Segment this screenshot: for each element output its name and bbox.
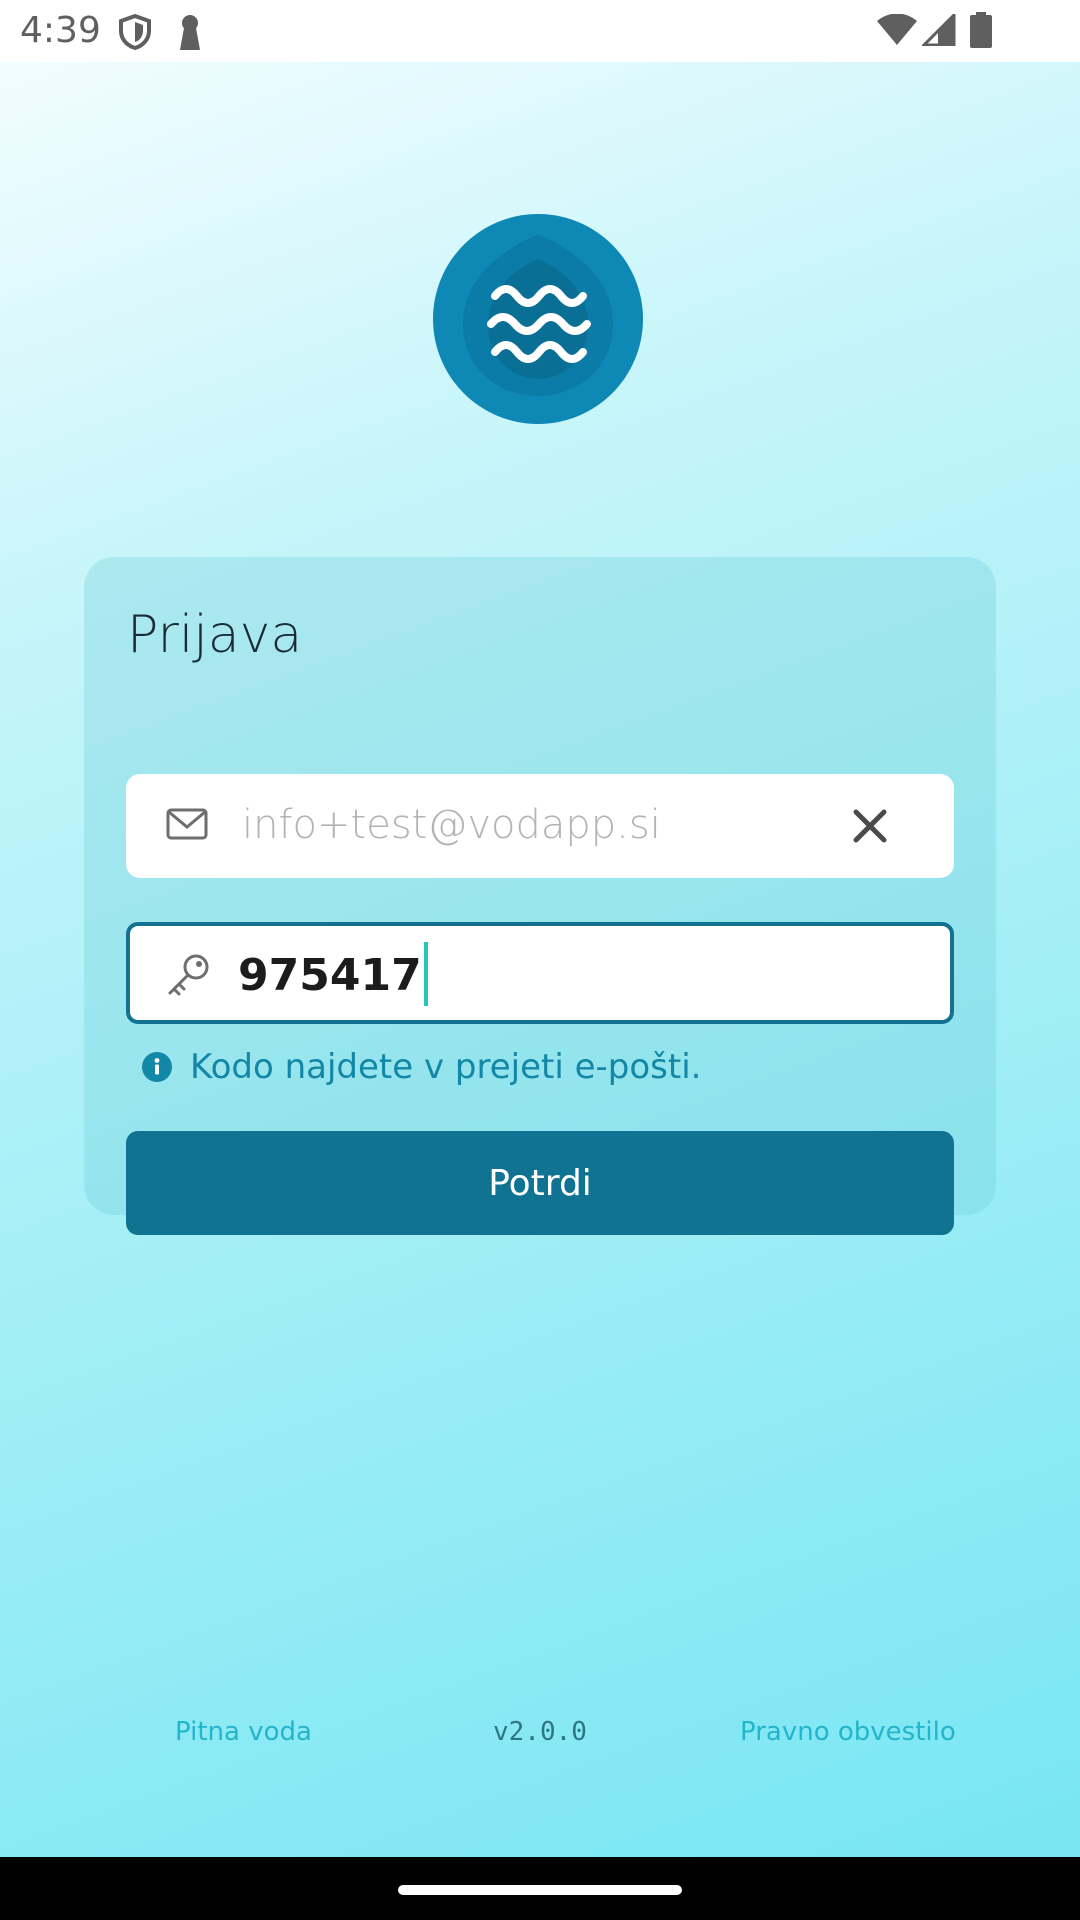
submit-button[interactable]: Potrdi — [126, 1131, 954, 1235]
helper-message: Kodo najdete v prejeti e-pošti. — [142, 1047, 701, 1087]
navigation-bar — [0, 1857, 1080, 1920]
signal-icon — [922, 14, 956, 46]
shield-icon — [119, 14, 151, 50]
mail-icon — [166, 808, 208, 840]
page-title: Prijava — [127, 605, 303, 665]
text-cursor — [423, 942, 428, 1006]
wifi-icon — [877, 14, 917, 45]
status-time: 4:39 — [20, 10, 101, 51]
home-indicator[interactable] — [398, 1885, 682, 1895]
login-screen: Prijava info+test@vodapp.si 975417 Kodo … — [0, 62, 1080, 1857]
info-icon — [142, 1052, 172, 1082]
footer-link-legal-notice[interactable]: Pravno obvestilo — [740, 1717, 956, 1747]
water-waves-icon — [433, 214, 643, 424]
footer-link-pitna-voda[interactable]: Pitna voda — [175, 1717, 312, 1747]
close-icon[interactable] — [848, 804, 892, 848]
code-field[interactable]: 975417 — [126, 922, 954, 1024]
login-card: Prijava info+test@vodapp.si 975417 Kodo … — [84, 557, 996, 1235]
status-bar: 4:39 — [0, 0, 1080, 62]
code-input[interactable]: 975417 — [238, 942, 428, 1010]
key-icon — [168, 954, 209, 996]
keyhole-icon — [180, 15, 200, 50]
email-value[interactable]: info+test@vodapp.si — [242, 802, 661, 848]
code-value: 975417 — [238, 950, 422, 1001]
email-field[interactable]: info+test@vodapp.si — [126, 774, 954, 878]
helper-text: Kodo najdete v prejeti e-pošti. — [190, 1047, 702, 1087]
battery-icon — [970, 12, 992, 48]
version-label: v2.0.0 — [493, 1717, 587, 1747]
